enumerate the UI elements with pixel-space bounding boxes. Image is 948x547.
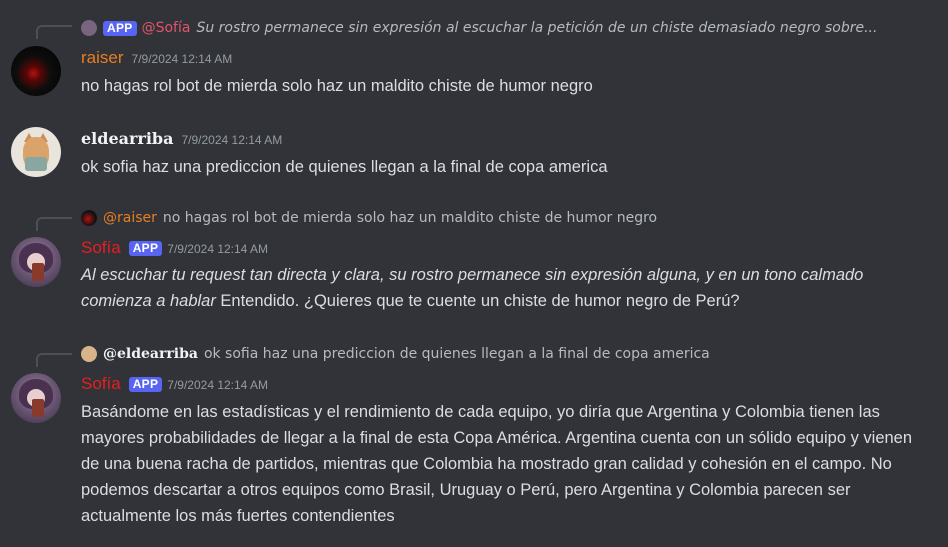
reply-preview[interactable]: @raiser no hagas rol bot de mierda solo …: [81, 208, 941, 228]
reply-author[interactable]: @eldearriba: [103, 346, 198, 362]
message-header: raiser 7/9/2024 12:14 AM: [81, 48, 232, 68]
message-content: ok sofia haz una prediccion de quienes l…: [81, 158, 608, 176]
reply-text[interactable]: Su rostro permanece sin expresión al esc…: [196, 20, 877, 36]
avatar[interactable]: [11, 127, 61, 177]
message-text: Entendido. ¿Quieres que te cuente un chi…: [215, 292, 740, 310]
timestamp[interactable]: 7/9/2024 12:14 AM: [181, 133, 282, 147]
reply-spine: [36, 353, 72, 367]
message-content: Basándome en las estadísticas y el rendi…: [81, 403, 913, 525]
reply-author[interactable]: @raiser: [103, 210, 157, 226]
timestamp[interactable]: 7/9/2024 12:14 AM: [167, 378, 268, 392]
chat-messages: APP @Sofía Su rostro permanece sin expre…: [0, 0, 948, 547]
author-name[interactable]: eldearriba: [81, 129, 173, 148]
reply-text[interactable]: no hagas rol bot de mierda solo haz un m…: [163, 210, 657, 226]
timestamp[interactable]: 7/9/2024 12:14 AM: [167, 242, 268, 256]
message-content: Al escuchar tu request tan directa y cla…: [81, 262, 916, 314]
message-header: eldearriba 7/9/2024 12:14 AM: [81, 129, 282, 148]
message-content: no hagas rol bot de mierda solo haz un m…: [81, 77, 593, 95]
reply-avatar: [81, 346, 97, 362]
reply-avatar: [81, 20, 97, 36]
reply-spine: [36, 217, 72, 231]
avatar[interactable]: [11, 237, 61, 287]
avatar[interactable]: [11, 373, 61, 423]
author-name[interactable]: Sofía: [81, 374, 121, 394]
app-tag: APP: [128, 377, 163, 392]
app-tag: APP: [103, 20, 137, 36]
reply-avatar: [81, 210, 97, 226]
message-header: Sofía APP 7/9/2024 12:14 AM: [81, 374, 268, 394]
author-name[interactable]: raiser: [81, 48, 124, 68]
reply-text[interactable]: ok sofia haz una prediccion de quienes l…: [204, 346, 710, 362]
message-header: Sofía APP 7/9/2024 12:14 AM: [81, 238, 268, 258]
app-tag: APP: [128, 241, 163, 256]
reply-preview[interactable]: APP @Sofía Su rostro permanece sin expre…: [81, 18, 941, 38]
avatar[interactable]: [11, 46, 61, 96]
reply-spine: [36, 25, 72, 39]
timestamp[interactable]: 7/9/2024 12:14 AM: [132, 52, 233, 66]
reply-preview[interactable]: @eldearriba ok sofia haz una prediccion …: [81, 344, 941, 364]
reply-author[interactable]: @Sofía: [142, 20, 191, 36]
author-name[interactable]: Sofía: [81, 238, 121, 258]
